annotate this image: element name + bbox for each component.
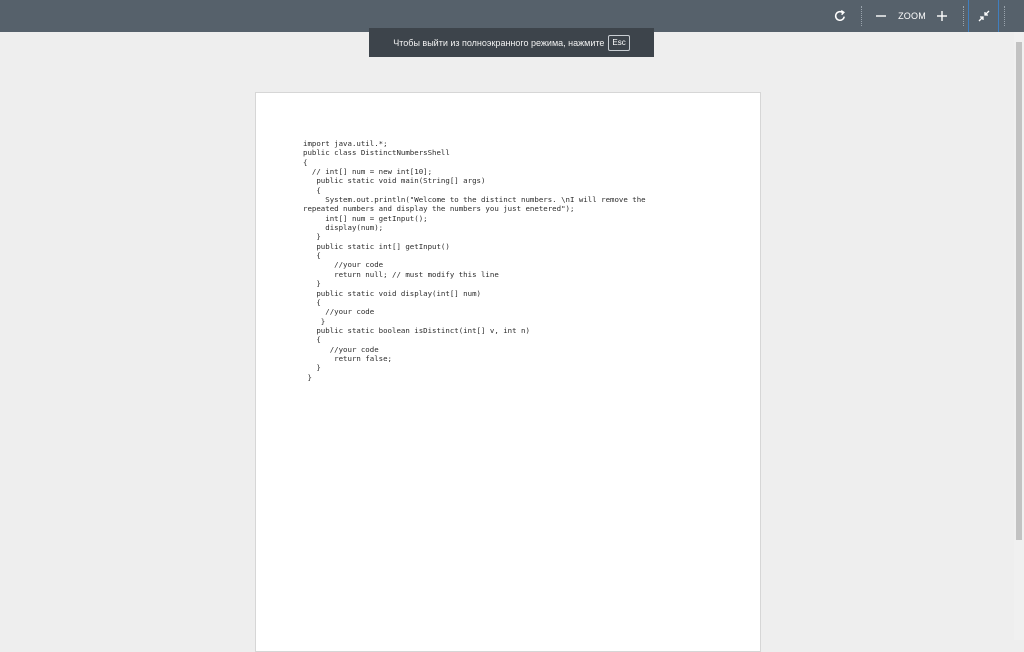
rotate-icon	[834, 9, 845, 22]
zoom-out-button[interactable]	[872, 0, 890, 32]
exit-fullscreen-icon	[978, 10, 989, 22]
java-code-block: import java.util.*; public class Distinc…	[303, 139, 646, 382]
rotate-button[interactable]	[828, 0, 852, 32]
fullscreen-notice-text: Чтобы выйти из полноэкранного режима, на…	[393, 37, 605, 48]
toolbar-separator	[963, 6, 964, 26]
vertical-scrollbar[interactable]	[1014, 32, 1024, 640]
esc-key-badge: Esc	[608, 34, 630, 51]
plus-icon	[937, 11, 947, 21]
zoom-label: ZOOM	[898, 11, 926, 21]
minus-icon	[876, 15, 886, 17]
document-page: import java.util.*; public class Distinc…	[255, 92, 761, 652]
fullscreen-notice: Чтобы выйти из полноэкранного режима, на…	[369, 28, 654, 57]
toolbar-separator	[1004, 6, 1005, 26]
scrollbar-thumb[interactable]	[1016, 42, 1022, 540]
exit-fullscreen-button[interactable]	[968, 0, 999, 32]
zoom-in-button[interactable]	[933, 0, 951, 32]
toolbar-separator	[861, 6, 862, 26]
